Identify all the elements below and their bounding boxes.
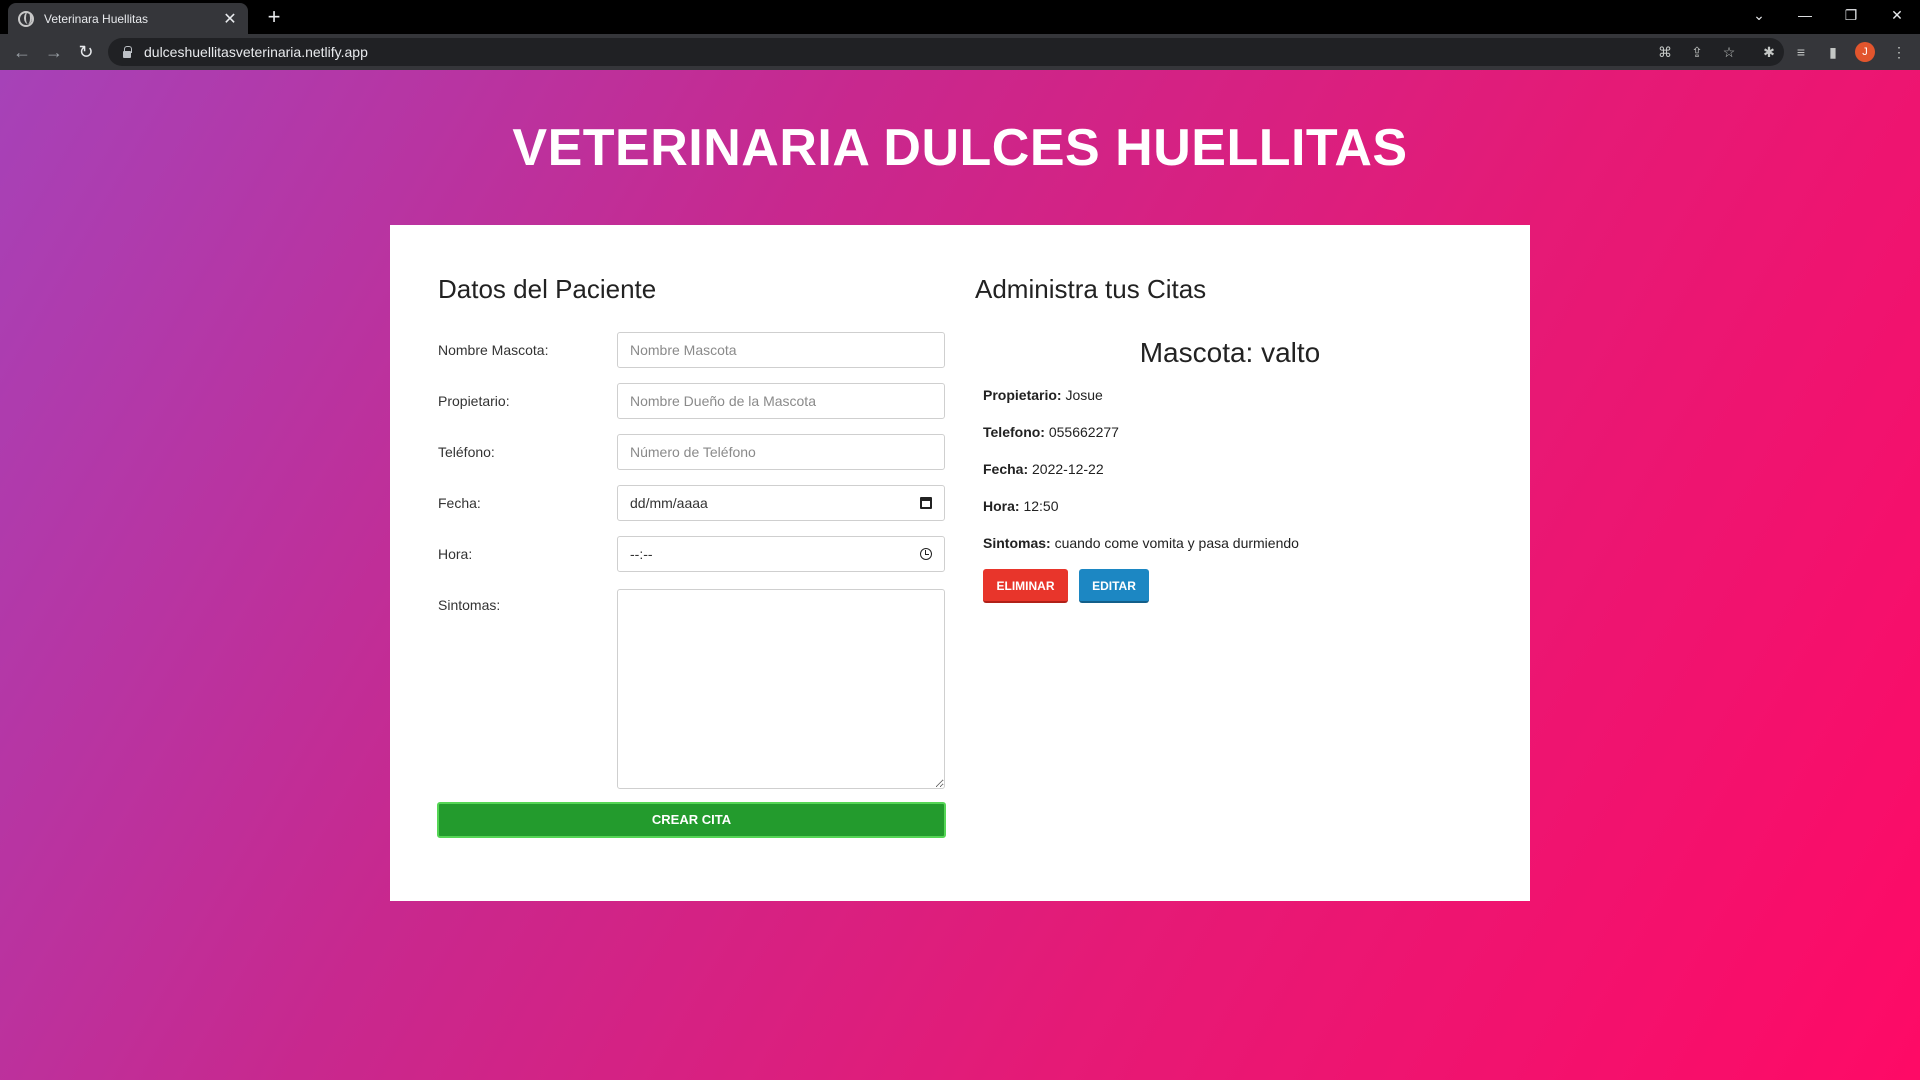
url-text: dulceshuellitasveterinaria.netlify.app [144, 44, 368, 60]
browser-toolbar: ← → ↻ dulceshuellitasveterinaria.netlify… [0, 34, 1920, 70]
date-key: Fecha: [983, 461, 1029, 477]
tab-search-icon[interactable]: ⌄ [1736, 0, 1782, 30]
new-tab-button[interactable]: + [262, 5, 286, 29]
clock-icon[interactable] [920, 548, 932, 560]
tab-close-icon[interactable]: ✕ [222, 9, 238, 29]
form-heading: Datos del Paciente [438, 274, 657, 304]
appointments-heading: Administra tus Citas [975, 274, 1207, 304]
date-label: Fecha: [438, 495, 481, 511]
tab-title: Veterinara Huellitas [44, 11, 149, 26]
time-key: Hora: [983, 498, 1020, 514]
pet-name-input[interactable] [617, 332, 945, 368]
reading-list-icon[interactable]: ≡ [1791, 42, 1811, 62]
appointment-symptoms: Sintomas: cuando come vomita y pasa durm… [983, 535, 1299, 551]
time-value: --:-- [630, 546, 653, 562]
back-icon[interactable]: ← [10, 40, 34, 64]
owner-input[interactable] [617, 383, 945, 419]
bookmark-star-icon[interactable]: ☆ [1719, 42, 1739, 62]
appointment-pet-title: Mascota: valto [1139, 337, 1321, 368]
delete-button[interactable]: ELIMINAR [983, 569, 1068, 603]
time-input[interactable]: --:-- [617, 536, 945, 572]
appointment-owner: Propietario: Josue [983, 387, 1103, 403]
main-card: Datos del Paciente Nombre Mascota: Propi… [390, 225, 1530, 901]
owner-value: Josue [1065, 387, 1103, 403]
symptoms-textarea[interactable] [617, 589, 945, 789]
share-icon[interactable]: ⇪ [1687, 42, 1707, 62]
close-window-icon[interactable]: ✕ [1874, 0, 1920, 30]
symptoms-value: cuando come vomita y pasa durmiendo [1054, 535, 1299, 551]
menu-icon[interactable]: ⋮ [1889, 42, 1909, 62]
reload-icon[interactable]: ↻ [74, 40, 98, 64]
appointment-phone: Telefono: 055662277 [983, 424, 1119, 440]
pet-name-label: Nombre Mascota: [438, 342, 549, 358]
browser-tab-bar: Veterinara Huellitas ✕ + ⌄ — ❐ ✕ [0, 0, 1920, 34]
lock-icon[interactable] [122, 46, 132, 58]
date-value: dd/mm/aaaa [630, 495, 708, 511]
date-input[interactable]: dd/mm/aaaa [617, 485, 945, 521]
phone-input[interactable] [617, 434, 945, 470]
edit-button[interactable]: EDITAR [1079, 569, 1149, 603]
extensions-icon[interactable]: ✱ [1759, 42, 1779, 62]
forward-icon[interactable]: → [42, 40, 66, 64]
appointment-date: Fecha: 2022-12-22 [983, 461, 1104, 477]
phone-label: Teléfono: [438, 444, 495, 460]
date-detail-value: 2022-12-22 [1032, 461, 1104, 477]
time-label: Hora: [438, 546, 473, 562]
appointment-time: Hora: 12:50 [983, 498, 1059, 514]
time-detail-value: 12:50 [1023, 498, 1059, 514]
profile-avatar[interactable]: J [1855, 42, 1875, 62]
translate-icon[interactable]: ⌘ [1655, 42, 1675, 62]
symptoms-label: Sintomas: [438, 597, 501, 613]
symptoms-key: Sintomas: [983, 535, 1051, 551]
phone-value: 055662277 [1048, 424, 1119, 440]
calendar-icon[interactable] [920, 497, 932, 509]
create-appointment-button[interactable]: CREAR CITA [437, 802, 946, 838]
minimize-icon[interactable]: — [1782, 0, 1828, 30]
page-title: VETERINARIA DULCES HUELLITAS [512, 119, 1408, 177]
address-bar[interactable]: dulceshuellitasveterinaria.netlify.app [108, 38, 1784, 66]
browser-tab[interactable]: Veterinara Huellitas ✕ [8, 3, 248, 34]
restore-icon[interactable]: ❐ [1828, 0, 1874, 30]
page-background: VETERINARIA DULCES HUELLITAS Datos del P… [0, 70, 1920, 1080]
globe-icon [18, 10, 34, 27]
side-panel-icon[interactable]: ▮ [1823, 42, 1843, 62]
phone-key: Telefono: [983, 424, 1045, 440]
owner-key: Propietario: [983, 387, 1062, 403]
owner-label: Propietario: [438, 393, 510, 409]
